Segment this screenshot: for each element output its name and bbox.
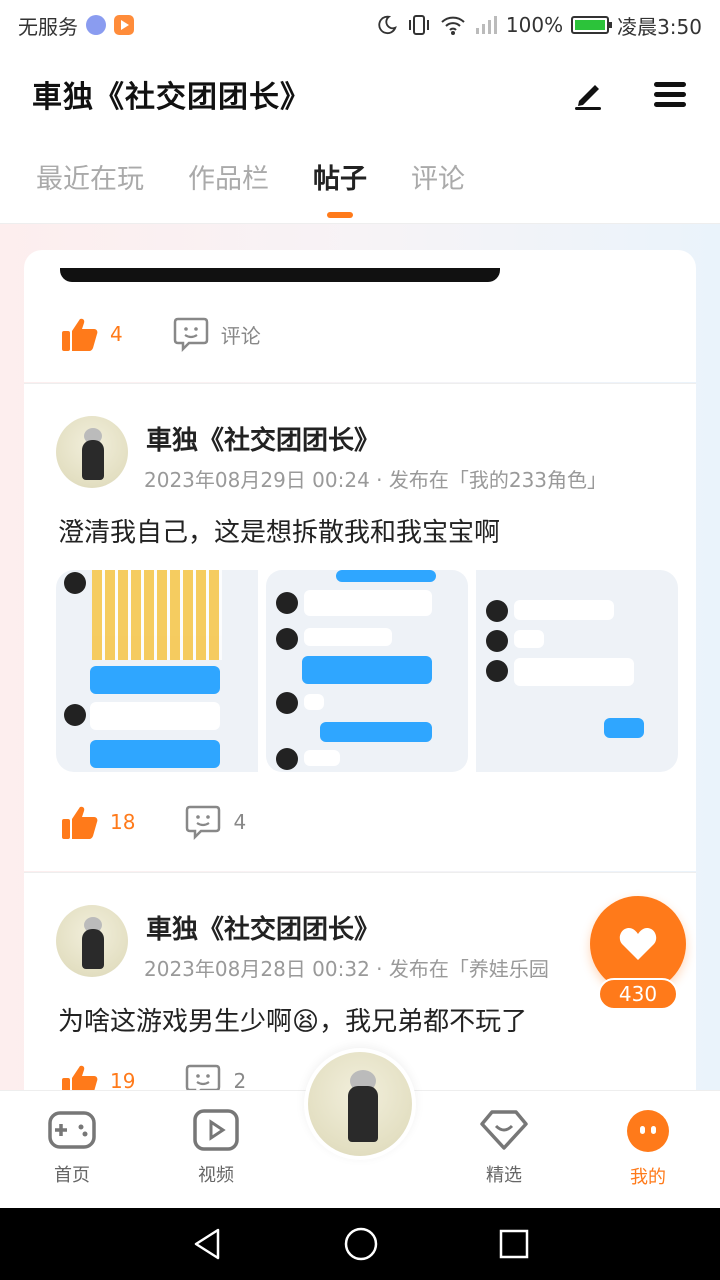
post-meta: 2023年08月28日 00:32 · 发布在「养娃乐园 <box>144 957 549 981</box>
video-app-icon <box>114 15 134 35</box>
comment-icon <box>173 317 208 352</box>
gamepad-icon <box>48 1111 96 1149</box>
post-image-1[interactable] <box>56 570 258 772</box>
post-text[interactable]: 澄清我自己，这是想拆散我和我宝宝啊 <box>58 512 500 549</box>
page-title: 車独《社交团团长》 <box>32 80 311 115</box>
nav-featured-label: 精选 <box>486 1165 522 1186</box>
avatar[interactable] <box>56 416 128 488</box>
tab-recently-played[interactable]: 最近在玩 <box>36 157 144 204</box>
tab-comments[interactable]: 评论 <box>411 157 465 204</box>
floating-like-count: 430 <box>598 978 678 1010</box>
post-author[interactable]: 車独《社交团团长》 <box>146 909 380 946</box>
heart-icon <box>619 928 657 960</box>
thumbs-up-icon <box>62 318 98 351</box>
avatar <box>308 1052 412 1156</box>
back-icon[interactable] <box>190 1227 224 1261</box>
post-meta: 2023年08月29日 00:24 · 发布在「我的233角色」 <box>144 468 608 492</box>
comment-icon <box>186 805 221 840</box>
nav-video-label: 视频 <box>198 1165 234 1186</box>
thumbs-up-icon <box>62 806 98 839</box>
music-app-icon <box>86 15 106 35</box>
post-image-3[interactable] <box>476 570 678 772</box>
like-button[interactable]: 4 <box>62 317 123 351</box>
recent-apps-icon[interactable] <box>498 1228 530 1260</box>
tab-works[interactable]: 作品栏 <box>188 157 269 204</box>
battery-percent: 100% <box>505 13 564 37</box>
nav-featured[interactable]: 精选 <box>454 1109 554 1187</box>
carrier-text: 无服务 <box>18 14 78 39</box>
home-circle-icon[interactable] <box>343 1226 379 1262</box>
edit-button[interactable] <box>570 76 606 112</box>
wifi-icon <box>441 16 465 35</box>
comment-button[interactable]: 评论 <box>173 316 261 352</box>
comment-count: 4 <box>233 810 247 834</box>
post-image-edge <box>60 268 500 282</box>
nav-me-label: 我的 <box>630 1167 666 1188</box>
post-image-gallery <box>56 570 678 772</box>
nav-me[interactable]: 我的 <box>598 1109 698 1189</box>
like-count: 4 <box>110 322 123 346</box>
post-author[interactable]: 車独《社交团团长》 <box>146 420 380 457</box>
post-card[interactable]: 車独《社交团团长》 2023年08月29日 00:24 · 发布在「我的233角… <box>24 383 696 871</box>
post-text[interactable]: 为啥这游戏男生少啊😫，我兄弟都不玩了 <box>58 1001 527 1038</box>
pen-icon <box>575 85 601 110</box>
profile-tabs: 最近在玩 作品栏 帖子 评论 <box>0 138 720 224</box>
profile-header: 車独《社交团团长》 <box>0 50 720 138</box>
status-bar: 无服务 100% 凌晨3:50 <box>0 0 720 50</box>
signal-icon <box>475 16 497 34</box>
menu-button[interactable] <box>652 76 688 112</box>
tab-posts[interactable]: 帖子 <box>313 157 367 204</box>
menu-icon <box>654 82 686 107</box>
vibrate-icon <box>408 15 429 35</box>
comment-label: 评论 <box>220 323 261 348</box>
battery-icon <box>571 16 613 34</box>
nav-home-label: 首页 <box>54 1165 90 1186</box>
like-button[interactable]: 18 <box>62 805 135 839</box>
profile-face-icon <box>627 1110 669 1152</box>
nav-center-avatar-button[interactable] <box>304 1048 416 1160</box>
nav-video[interactable]: 视频 <box>166 1109 266 1187</box>
diamond-smile-icon <box>480 1110 528 1150</box>
nav-home[interactable]: 首页 <box>22 1109 122 1187</box>
like-count: 18 <box>110 810 136 834</box>
post-card-partial[interactable]: 4 评论 <box>24 250 696 382</box>
clock-text: 凌晨3:50 <box>617 14 702 39</box>
avatar[interactable] <box>56 905 128 977</box>
comment-button[interactable]: 4 <box>185 804 246 840</box>
system-navigation-bar <box>0 1208 720 1280</box>
moon-icon <box>378 15 397 35</box>
post-image-2[interactable] <box>266 570 468 772</box>
video-play-icon <box>193 1109 239 1151</box>
